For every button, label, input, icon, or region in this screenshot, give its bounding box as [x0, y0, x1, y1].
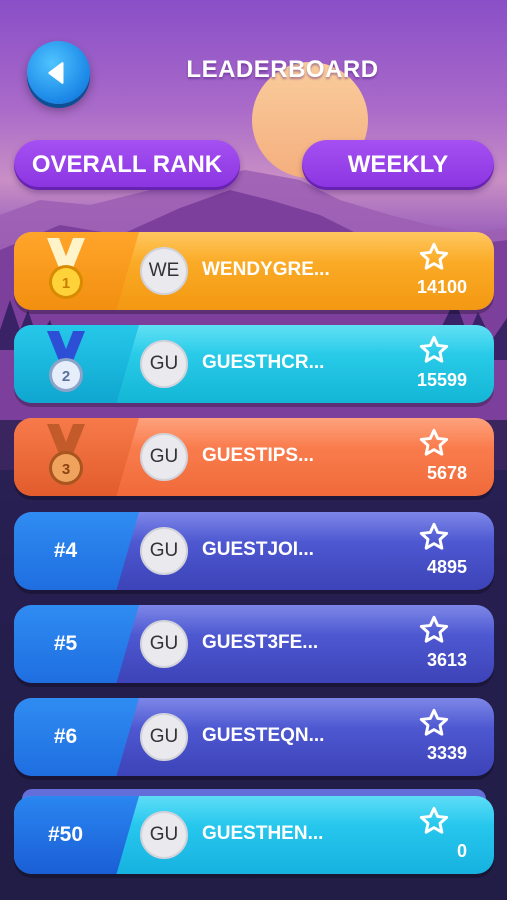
medal-number: 2 — [61, 368, 69, 385]
rank-badge: #4 — [14, 512, 139, 590]
player-name: GUESTHCR... — [202, 352, 325, 373]
star-icon — [419, 242, 449, 270]
avatar: GU — [140, 340, 188, 388]
player-name: WENDYGRE... — [202, 259, 330, 280]
avatar: GU — [140, 433, 188, 481]
player-score: 3613 — [426, 650, 467, 670]
leaderboard-row-1[interactable]: 1 WE WENDYGRE... 14100 — [14, 232, 494, 310]
medal-number: 1 — [61, 275, 69, 292]
rank-number: #4 — [53, 539, 78, 562]
tab-weekly-label: WEEKLY — [347, 151, 449, 178]
star-icon — [419, 335, 449, 363]
page-title: LEADERBOARD — [186, 56, 379, 83]
gold-medal-icon: 1 — [46, 238, 85, 299]
rank-badge: #5 — [14, 605, 139, 683]
leaderboard-row-4[interactable]: #4 GU GUESTJOI... 4895 — [14, 512, 494, 590]
player-score: 14100 — [416, 277, 467, 297]
player-score: 15599 — [416, 370, 467, 390]
player-name: GUESTHEN... — [202, 823, 324, 844]
player-name: GUESTJOI... — [202, 539, 314, 560]
player-score: 3339 — [426, 743, 467, 763]
rank-badge: 1 — [14, 232, 139, 310]
back-arrow-icon — [47, 61, 63, 84]
leaderboard-row-3[interactable]: 3 GU GUESTIPS... 5678 — [14, 418, 494, 496]
current-player-row[interactable]: #50 GU GUESTHEN... 0 — [14, 796, 494, 874]
avatar: GU — [140, 713, 188, 761]
rank-number: #50 — [47, 823, 84, 846]
avatar: GU — [140, 620, 188, 668]
rank-badge: #6 — [14, 698, 139, 776]
silver-medal-icon: 2 — [46, 331, 85, 392]
back-button[interactable] — [27, 41, 90, 104]
player-name: GUESTIPS... — [202, 445, 314, 466]
rank-number: #5 — [53, 632, 78, 655]
bronze-medal-icon: 3 — [46, 424, 85, 485]
leaderboard-row-6[interactable]: #6 GU GUESTEQN... 3339 — [14, 698, 494, 776]
star-icon — [419, 522, 449, 550]
star-icon — [419, 806, 449, 834]
tab-weekly[interactable]: WEEKLY — [302, 140, 494, 190]
avatar: GU — [140, 811, 188, 859]
star-icon — [419, 428, 449, 456]
medal-number: 3 — [61, 461, 69, 478]
player-score: 4895 — [426, 557, 467, 577]
rank-number: #6 — [53, 725, 78, 748]
avatar: WE — [140, 247, 188, 295]
player-score: 5678 — [426, 463, 467, 483]
leaderboard-row-5[interactable]: #5 GU GUEST3FE... 3613 — [14, 605, 494, 683]
tab-overall-rank-label: OVERALL RANK — [31, 151, 223, 178]
player-name: GUESTEQN... — [202, 725, 325, 746]
rank-badge: 3 — [14, 418, 139, 496]
star-icon — [419, 615, 449, 643]
player-name: GUEST3FE... — [202, 632, 319, 653]
avatar: GU — [140, 527, 188, 575]
leaderboard-row-2[interactable]: 2 GU GUESTHCR... 15599 — [14, 325, 494, 403]
star-icon — [419, 708, 449, 736]
tab-overall-rank[interactable]: OVERALL RANK — [14, 140, 240, 190]
rank-badge: 2 — [14, 325, 139, 403]
rank-badge: #50 — [14, 796, 139, 874]
player-score: 0 — [456, 841, 467, 861]
